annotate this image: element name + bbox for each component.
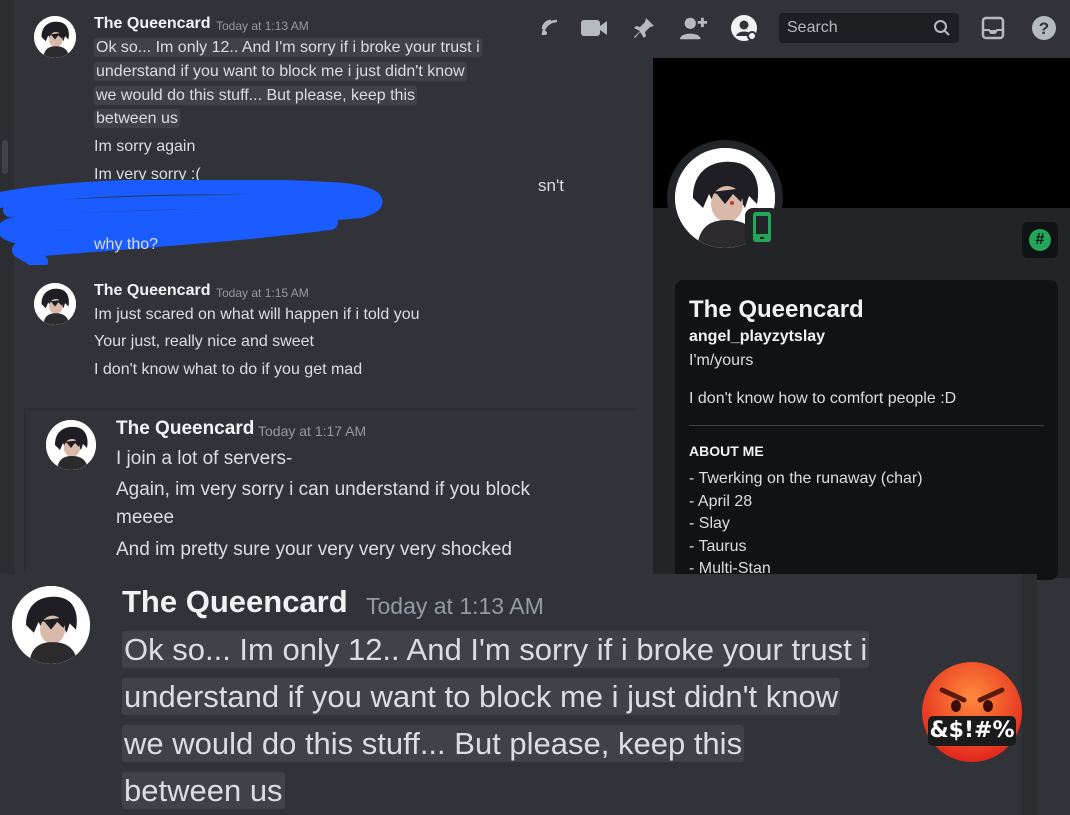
message-author[interactable]: The Queencard xyxy=(116,418,254,440)
redaction-scribble xyxy=(0,180,383,265)
profile-info-card: The Queencard angel_playzytslay I'm/your… xyxy=(675,280,1058,580)
inbox-icon[interactable] xyxy=(979,14,1007,42)
threads-icon[interactable] xyxy=(536,14,564,42)
hashtag-icon[interactable]: # xyxy=(1022,222,1058,258)
channel-header-toolbar: Search ? xyxy=(530,0,1070,58)
message-author[interactable]: The Queencard xyxy=(94,282,210,300)
cursing-emoji-icon: &$!#% xyxy=(920,660,1024,764)
message-line: we would do this stuff... But please, ke… xyxy=(94,86,417,105)
search-box[interactable]: Search xyxy=(779,13,959,43)
about-me-heading: ABOUT ME xyxy=(689,443,764,459)
pin-icon[interactable] xyxy=(630,14,658,42)
about-me-item: - Twerking on the runaway (char) xyxy=(689,470,923,487)
zoomed-message-overlay: The Queencard Today at 1:13 AM Ok so... … xyxy=(0,574,1037,815)
user-profile-panel: # The Queencard angel_playzytslay I'm/yo… xyxy=(653,58,1070,580)
message-author[interactable]: The Queencard xyxy=(94,15,210,33)
message-line: why tho? xyxy=(94,236,159,253)
message-line: understand if you want to block me i jus… xyxy=(94,62,467,81)
scrollbar-thumb[interactable] xyxy=(2,140,8,174)
message-screenshot-card: The Queencard Today at 1:17 AM I join a … xyxy=(26,410,638,575)
help-icon[interactable]: ? xyxy=(1030,14,1058,42)
message-timestamp: Today at 1:15 AM xyxy=(216,286,309,300)
avatar[interactable] xyxy=(46,420,96,470)
profile-username[interactable]: angel_playzytslay xyxy=(689,328,825,346)
message-line: Your just, really nice and sweet xyxy=(94,333,314,350)
message-line: Ok so... Im only 12.. And I'm sorry if i… xyxy=(94,38,482,57)
add-friend-icon[interactable] xyxy=(680,14,708,42)
message-line: meeee xyxy=(116,507,175,528)
user-profile-icon[interactable] xyxy=(730,14,758,42)
message-timestamp: Today at 1:13 AM xyxy=(366,593,544,619)
avatar[interactable] xyxy=(12,586,90,664)
svg-text:?: ? xyxy=(1039,19,1049,38)
message-line: And im pretty sure your very very very s… xyxy=(116,539,512,560)
about-me-item: - Taurus xyxy=(689,538,747,555)
search-input[interactable]: Search xyxy=(787,19,838,37)
search-icon[interactable] xyxy=(933,19,951,42)
mobile-status-icon xyxy=(745,208,779,248)
message-line: between us xyxy=(122,772,285,809)
message-line: between us xyxy=(94,109,180,128)
video-call-icon[interactable] xyxy=(580,14,608,42)
message-line: Im sorry again xyxy=(94,138,196,155)
message-line: we would do this stuff... But please, ke… xyxy=(122,725,745,762)
emoji-censor-text: &$!#% xyxy=(929,718,1015,743)
message-line: I don't know what to do if you get mad xyxy=(94,361,363,378)
message-timestamp: Today at 1:17 AM xyxy=(258,423,367,439)
divider xyxy=(689,425,1044,426)
avatar[interactable] xyxy=(34,283,76,325)
profile-display-name: The Queencard xyxy=(689,296,864,323)
message-line: understand if you want to block me i jus… xyxy=(122,678,841,715)
message-line: Im just scared on what will happen if i … xyxy=(94,306,420,323)
message-line: Again, im very sorry i can understand if… xyxy=(116,479,530,500)
panel-edge xyxy=(1022,574,1037,815)
message-author[interactable]: The Queencard xyxy=(122,584,348,620)
partial-message-text: sn't xyxy=(538,176,564,195)
message-line: I join a lot of servers- xyxy=(116,448,293,469)
message-timestamp: Today at 1:13 AM xyxy=(216,19,309,33)
profile-bio: I don't know how to comfort people :D xyxy=(689,390,957,407)
avatar[interactable] xyxy=(34,16,76,58)
profile-pronouns: I'm/yours xyxy=(689,352,754,369)
message-line: Ok so... Im only 12.. And I'm sorry if i… xyxy=(122,631,870,668)
about-me-item: - Slay xyxy=(689,515,730,532)
about-me-item: - April 28 xyxy=(689,493,753,510)
